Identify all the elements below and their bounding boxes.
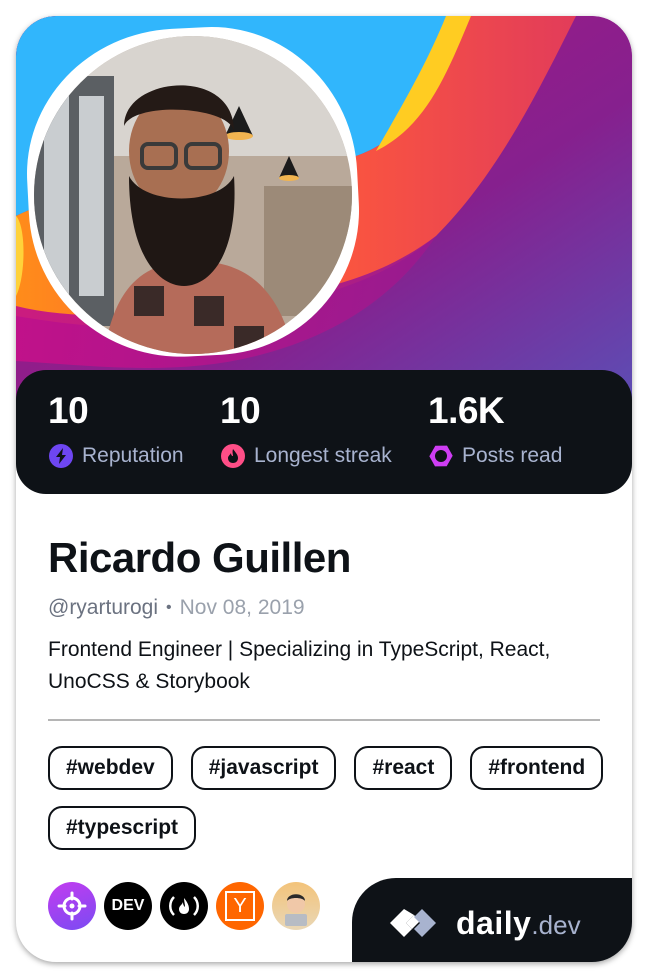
flame-icon: [221, 444, 245, 468]
eye-icon: [429, 445, 453, 467]
tag-javascript[interactable]: #javascript: [190, 746, 337, 790]
dev-to-source-icon[interactable]: DEV: [104, 882, 152, 930]
tag-webdev[interactable]: #webdev: [48, 746, 173, 790]
daily-dev-logo-icon: [390, 909, 436, 937]
sources-list: DEV Y: [48, 882, 320, 930]
hacker-news-source-icon[interactable]: Y: [216, 882, 264, 930]
profile-photo: [34, 36, 352, 354]
profile-meta: @ryarturogi • Nov 08, 2019: [48, 596, 305, 620]
brand-daily: daily: [456, 904, 532, 941]
tag-typescript[interactable]: #typescript: [48, 806, 197, 850]
join-date: Nov 08, 2019: [179, 596, 305, 619]
brand-dev: .dev: [531, 909, 581, 940]
lightning-icon: [49, 444, 73, 468]
reputation-label: Reputation: [82, 444, 184, 467]
tags-list: #webdev #javascript #react #frontend #ty…: [48, 746, 608, 850]
reputation-value: 10: [48, 390, 89, 431]
posts-read-value: 1.6K: [428, 390, 505, 431]
daily-dev-logo[interactable]: daily .dev: [352, 878, 632, 962]
posts-read-label: Posts read: [462, 444, 563, 467]
stat-longest-streak: 10 Longest streak: [220, 392, 392, 469]
tag-frontend[interactable]: #frontend: [470, 746, 604, 790]
crosshair-source-icon[interactable]: [48, 882, 96, 930]
tag-react[interactable]: #react: [354, 746, 453, 790]
username[interactable]: @ryarturogi: [48, 596, 158, 620]
meta-separator: •: [166, 599, 172, 616]
divider: [48, 719, 600, 721]
stat-posts-read: 1.6K Posts read: [428, 392, 562, 469]
profile-name: Ricardo Guillen: [48, 534, 351, 581]
longest-streak-label: Longest streak: [254, 444, 392, 467]
stats-bar: 10 Reputation 10 Longest streak 1.6K Pos…: [16, 370, 632, 494]
avatar[interactable]: [34, 36, 352, 354]
profile-bio: Frontend Engineer | Specializing in Type…: [48, 638, 551, 693]
freecodecamp-source-icon[interactable]: [160, 882, 208, 930]
cover-image: [16, 16, 632, 416]
longest-streak-value: 10: [220, 390, 261, 431]
stat-reputation: 10 Reputation: [48, 392, 184, 469]
avatar-source-icon[interactable]: [272, 882, 320, 930]
profile-card: 10 Reputation 10 Longest streak 1.6K Pos…: [16, 16, 632, 962]
